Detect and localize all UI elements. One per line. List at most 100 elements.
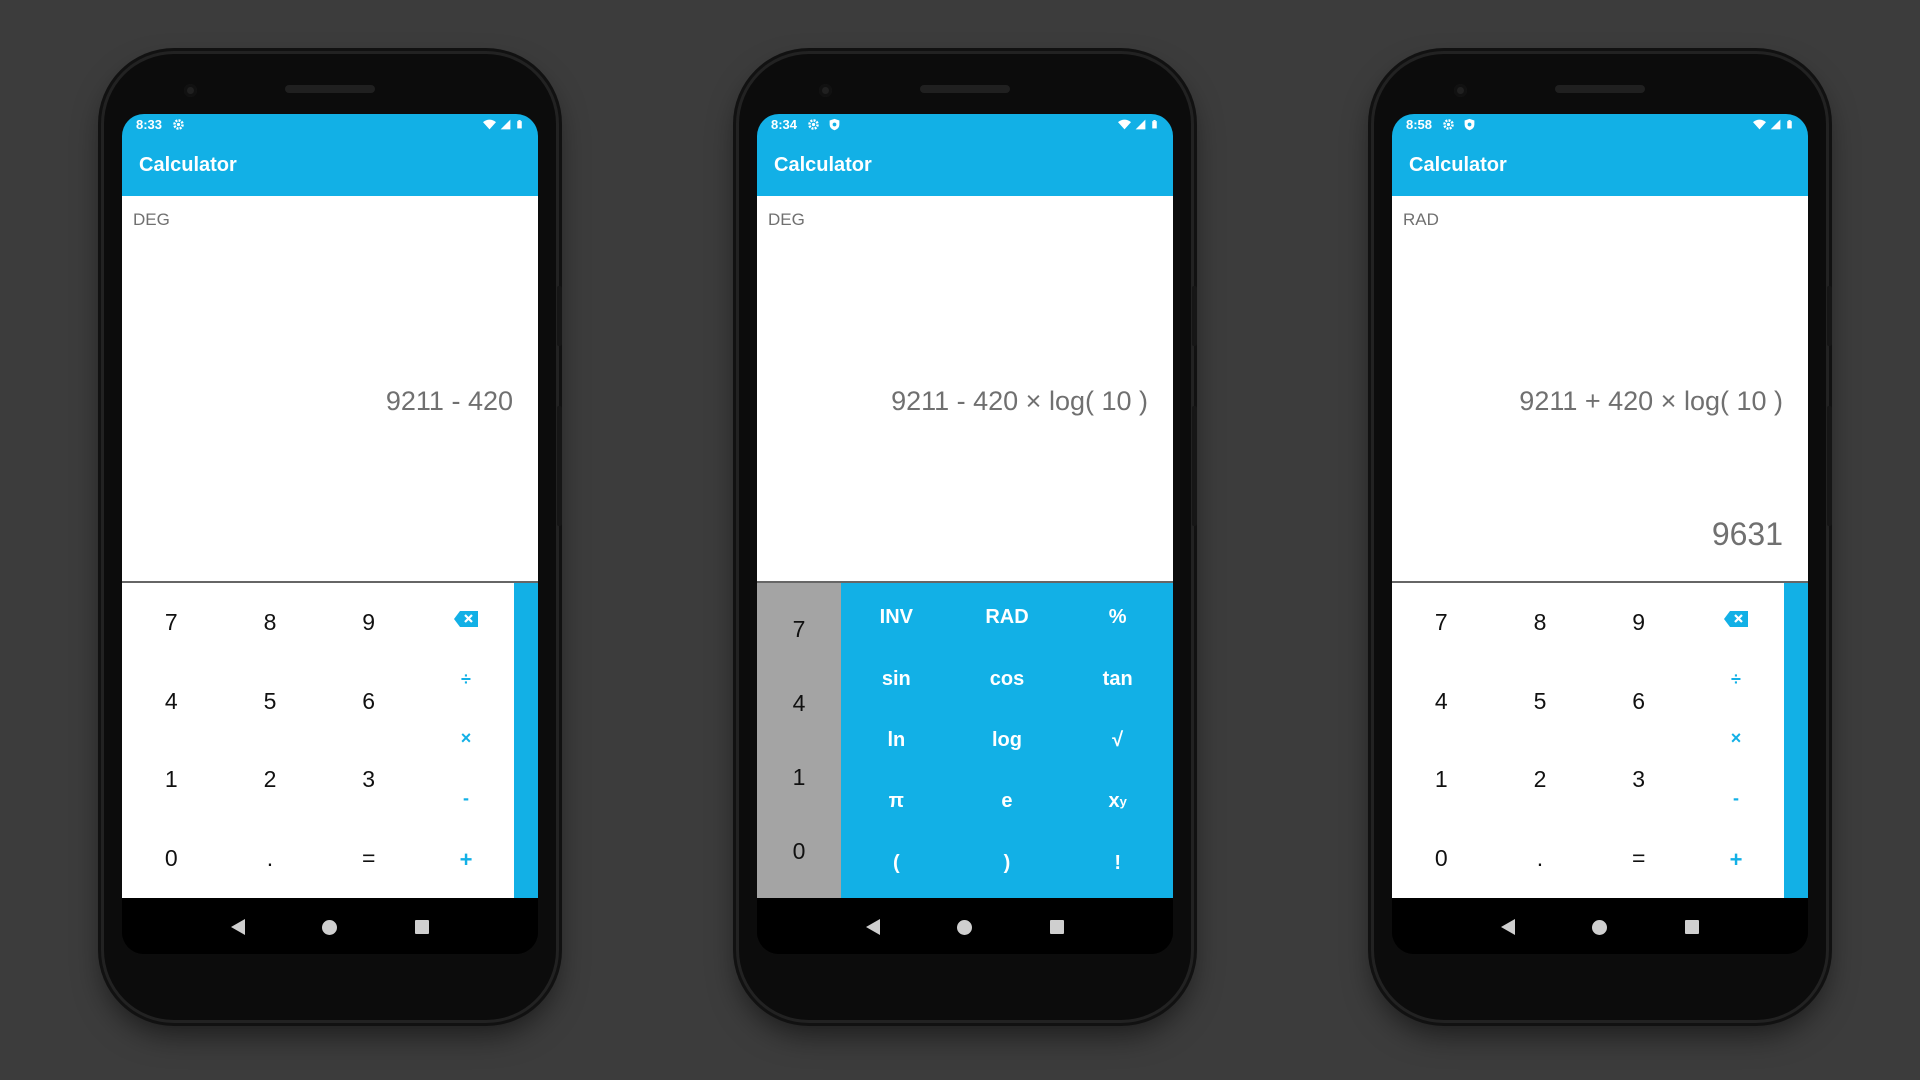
key-3[interactable]: 3 <box>319 741 418 820</box>
operator-column: ÷ × - + <box>418 583 514 898</box>
key-0[interactable]: 0 <box>1392 819 1491 898</box>
key-subtract[interactable]: - <box>1733 789 1739 807</box>
key-multiply[interactable]: × <box>1731 729 1742 747</box>
screen: 8:34 Calculator DEG 9211 - 420 × log( 10… <box>757 114 1173 954</box>
key-add[interactable]: + <box>1730 849 1743 871</box>
app-title: Calculator <box>757 134 1173 196</box>
key-e[interactable]: e <box>952 771 1063 832</box>
key-8[interactable]: 8 <box>1491 583 1590 662</box>
key-percent[interactable]: % <box>1062 587 1173 648</box>
key-2[interactable]: 2 <box>221 741 320 820</box>
key-3[interactable]: 3 <box>1589 741 1688 820</box>
key-sqrt[interactable]: √ <box>1062 710 1173 771</box>
key-log[interactable]: log <box>952 710 1063 771</box>
advanced-panel-handle[interactable] <box>1784 583 1808 898</box>
settings-icon <box>1443 118 1454 130</box>
key-open-paren[interactable]: ( <box>841 833 952 894</box>
key-factorial[interactable]: ! <box>1062 833 1173 894</box>
signal-icon <box>1770 119 1781 129</box>
key-5[interactable]: 5 <box>221 662 320 741</box>
status-bar: 8:33 <box>122 114 538 134</box>
navigation-bar <box>757 898 1173 954</box>
screen: 8:58 Calculator RAD 9211 + 420 × log( 10… <box>1392 114 1808 954</box>
key-inv[interactable]: INV <box>841 587 952 648</box>
keypad: 7 8 9 4 5 6 1 2 3 0 . = ÷ × - + <box>122 583 538 898</box>
key-6[interactable]: 6 <box>1589 662 1688 741</box>
key-9[interactable]: 9 <box>319 583 418 662</box>
earpiece-speaker <box>1555 85 1645 93</box>
calculator-display: DEG 9211 - 420 × log( 10 ) <box>757 196 1173 583</box>
key-7[interactable]: 7 <box>1392 583 1491 662</box>
key-equals[interactable]: = <box>319 819 418 898</box>
key-2[interactable]: 2 <box>1491 741 1590 820</box>
key-6[interactable]: 6 <box>319 662 418 741</box>
status-time: 8:34 <box>771 116 798 132</box>
backspace-icon[interactable] <box>1723 610 1749 628</box>
back-icon[interactable] <box>230 919 245 935</box>
key-1[interactable]: 1 <box>793 764 806 791</box>
home-icon[interactable] <box>957 919 973 935</box>
key-4[interactable]: 4 <box>122 662 221 741</box>
phone-frame-3: 8:58 Calculator RAD 9211 + 420 × log( 10… <box>1374 54 1832 1020</box>
key-1[interactable]: 1 <box>122 741 221 820</box>
key-tan[interactable]: tan <box>1062 648 1173 709</box>
key-decimal[interactable]: . <box>1491 819 1590 898</box>
key-pi[interactable]: π <box>841 771 952 832</box>
navigation-bar <box>122 898 538 954</box>
status-time: 8:33 <box>136 116 163 132</box>
shield-icon <box>829 118 840 130</box>
key-rad[interactable]: RAD <box>952 587 1063 648</box>
front-camera <box>819 84 832 97</box>
result-text: 9631 <box>1711 516 1783 552</box>
key-8[interactable]: 8 <box>221 583 320 662</box>
recents-icon[interactable] <box>1685 920 1700 934</box>
key-5[interactable]: 5 <box>1491 662 1590 741</box>
back-icon[interactable] <box>865 919 880 935</box>
recents-icon[interactable] <box>415 920 430 934</box>
scientific-panel: INV RAD % sin cos tan ln log √ π e xy ( … <box>841 583 1173 898</box>
home-icon[interactable] <box>322 919 338 935</box>
phone-frame-1: 8:33 Calculator DEG 9211 - 420 7 8 9 4 5… <box>104 54 562 1020</box>
key-9[interactable]: 9 <box>1589 583 1688 662</box>
key-power[interactable]: xy <box>1062 771 1173 832</box>
key-sin[interactable]: sin <box>841 648 952 709</box>
status-bar: 8:58 <box>1392 114 1808 134</box>
key-4[interactable]: 4 <box>793 690 806 717</box>
signal-icon <box>500 119 511 129</box>
power-button <box>557 286 562 346</box>
key-divide[interactable]: ÷ <box>1731 670 1741 688</box>
power-exponent: y <box>1119 794 1127 810</box>
key-decimal[interactable]: . <box>221 819 320 898</box>
operator-column: ÷ × - + <box>1688 583 1784 898</box>
angle-mode-label: RAD <box>1403 210 1439 229</box>
key-0[interactable]: 0 <box>122 819 221 898</box>
app-title: Calculator <box>122 134 538 196</box>
key-4[interactable]: 4 <box>1392 662 1491 741</box>
angle-mode-label: DEG <box>768 210 805 229</box>
key-7[interactable]: 7 <box>122 583 221 662</box>
back-icon[interactable] <box>1500 919 1515 935</box>
key-subtract[interactable]: - <box>463 789 469 807</box>
key-cos[interactable]: cos <box>952 648 1063 709</box>
key-ln[interactable]: ln <box>841 710 952 771</box>
app-title: Calculator <box>1392 134 1808 196</box>
navigation-bar <box>1392 898 1808 954</box>
key-1[interactable]: 1 <box>1392 741 1491 820</box>
key-add[interactable]: + <box>460 849 473 871</box>
key-close-paren[interactable]: ) <box>952 833 1063 894</box>
status-bar: 8:34 <box>757 114 1173 134</box>
backspace-icon[interactable] <box>453 610 479 628</box>
key-divide[interactable]: ÷ <box>461 670 471 688</box>
home-icon[interactable] <box>1592 919 1608 935</box>
keypad: 7 4 1 0 INV RAD % sin cos tan ln log √ π… <box>757 583 1173 898</box>
key-multiply[interactable]: × <box>461 729 472 747</box>
battery-icon <box>517 119 522 128</box>
key-7[interactable]: 7 <box>793 616 806 643</box>
key-equals[interactable]: = <box>1589 819 1688 898</box>
key-0[interactable]: 0 <box>793 838 806 865</box>
advanced-panel-handle[interactable] <box>514 583 538 898</box>
front-camera <box>184 84 197 97</box>
earpiece-speaker <box>285 85 375 93</box>
settings-icon <box>173 118 184 130</box>
recents-icon[interactable] <box>1050 920 1065 934</box>
